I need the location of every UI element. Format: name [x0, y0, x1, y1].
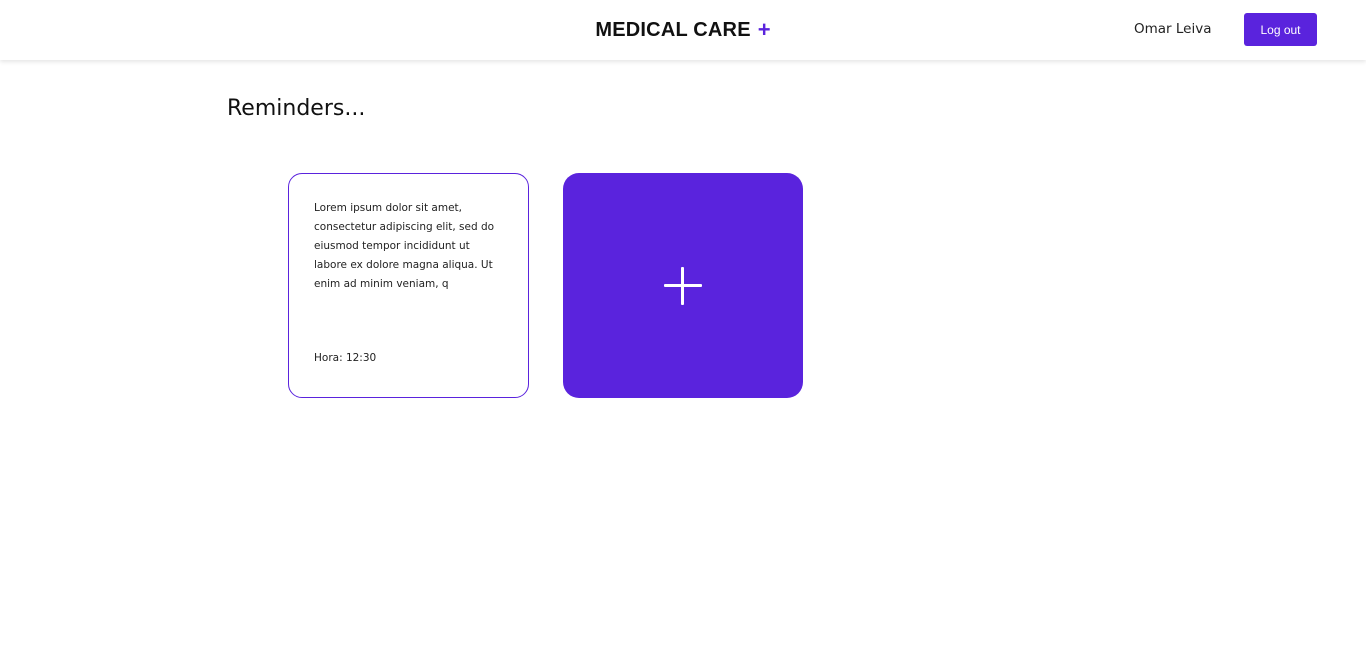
- page-title: Reminders...: [227, 96, 366, 121]
- reminder-card[interactable]: Lorem ipsum dolor sit amet, consectetur …: [288, 173, 529, 398]
- brand-plus-icon: +: [757, 17, 771, 42]
- plus-icon: [664, 267, 702, 305]
- user-name[interactable]: Omar Leiva: [1134, 21, 1212, 37]
- top-navbar: MEDICAL CARE + Omar Leiva Log out: [0, 0, 1366, 60]
- logout-button[interactable]: Log out: [1244, 13, 1317, 46]
- add-reminder-button[interactable]: [563, 173, 803, 398]
- reminder-time: Hora: 12:30: [314, 352, 377, 364]
- brand-title[interactable]: MEDICAL CARE: [595, 19, 750, 42]
- reminder-text: Lorem ipsum dolor sit amet, consectetur …: [314, 202, 495, 290]
